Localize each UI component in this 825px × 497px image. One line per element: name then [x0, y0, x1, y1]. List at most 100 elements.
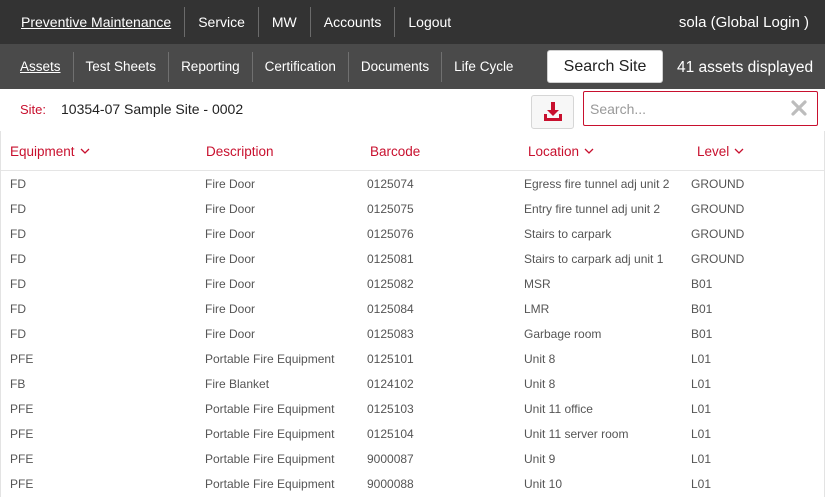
search-site-button[interactable]: Search Site — [547, 50, 663, 83]
cell-location: Unit 11 office — [524, 402, 593, 416]
table-body: FD Fire Door 0125074 Egress fire tunnel … — [1, 171, 824, 496]
cell-equipment: FD — [10, 327, 26, 341]
cell-location: Unit 10 — [524, 477, 563, 491]
cell-level: B01 — [691, 327, 713, 341]
header-equipment-label: Equipment — [10, 144, 75, 159]
cell-barcode: 9000087 — [367, 452, 414, 466]
user-name: sola (Global Login ) — [678, 14, 809, 31]
header-equipment[interactable]: Equipment — [10, 144, 90, 159]
cell-equipment: PFE — [10, 477, 34, 491]
cell-location: Unit 8 — [524, 377, 556, 391]
cell-location: MSR — [524, 277, 551, 291]
cell-description: Fire Door — [205, 327, 256, 341]
table-row[interactable]: FD Fire Door 0125081 Stairs to carpark a… — [1, 246, 824, 271]
cell-barcode: 9000088 — [367, 477, 414, 491]
cell-level: B01 — [691, 277, 713, 291]
header-location[interactable]: Location — [528, 144, 594, 159]
site-name: 10354-07 Sample Site - 0002 — [61, 101, 244, 117]
search-box — [583, 91, 818, 126]
download-button[interactable] — [531, 95, 574, 129]
download-icon — [543, 102, 562, 121]
table-row[interactable]: PFE Portable Fire Equipment 9000087 Unit… — [1, 446, 824, 471]
site-bar: Site: 10354-07 Sample Site - 0002 — [0, 89, 825, 131]
cell-location: LMR — [524, 302, 550, 316]
cell-description: Fire Door — [205, 252, 256, 266]
cell-description: Fire Door — [205, 177, 256, 191]
close-icon[interactable] — [790, 99, 808, 117]
cell-description: Fire Door — [205, 302, 256, 316]
top-navigation-bar: Preventive Maintenance Service MW Accoun… — [0, 0, 825, 44]
cell-equipment: FD — [10, 227, 26, 241]
header-level[interactable]: Level — [697, 144, 744, 159]
nav-mw[interactable]: MW — [259, 7, 311, 37]
cell-description: Fire Door — [205, 277, 256, 291]
table-row[interactable]: FD Fire Door 0125075 Entry fire tunnel a… — [1, 196, 824, 221]
nav-logout[interactable]: Logout — [395, 7, 464, 37]
cell-equipment: FB — [10, 377, 26, 391]
table-row[interactable]: FD Fire Door 0125084 LMR B01 — [1, 296, 824, 321]
assets-count: 41 assets displayed — [677, 59, 814, 76]
tab-assets[interactable]: Assets — [8, 51, 74, 82]
cell-level: GROUND — [691, 252, 745, 266]
chevron-down-icon — [734, 148, 744, 154]
search-input[interactable] — [590, 92, 790, 125]
cell-barcode: 0125103 — [367, 402, 414, 416]
cell-barcode: 0125084 — [367, 302, 414, 316]
cell-description: Portable Fire Equipment — [205, 452, 335, 466]
cell-location: Garbage room — [524, 327, 602, 341]
cell-level: L01 — [691, 402, 712, 416]
cell-description: Portable Fire Equipment — [205, 477, 335, 491]
cell-equipment: PFE — [10, 352, 34, 366]
cell-location: Egress fire tunnel adj unit 2 — [524, 177, 670, 191]
nav-accounts[interactable]: Accounts — [311, 7, 396, 37]
main-nav: Preventive Maintenance Service MW Accoun… — [8, 0, 464, 44]
cell-description: Portable Fire Equipment — [205, 427, 335, 441]
site-label: Site: — [20, 102, 47, 117]
table-row[interactable]: PFE Portable Fire Equipment 0125101 Unit… — [1, 346, 824, 371]
table-row[interactable]: FD Fire Door 0125083 Garbage room B01 — [1, 321, 824, 346]
nav-service[interactable]: Service — [185, 7, 259, 37]
header-description[interactable]: Description — [206, 144, 274, 159]
header-description-label: Description — [206, 144, 274, 159]
cell-barcode: 0125101 — [367, 352, 414, 366]
cell-level: L01 — [691, 352, 712, 366]
nav-preventive-maintenance[interactable]: Preventive Maintenance — [8, 7, 186, 37]
cell-location: Stairs to carpark adj unit 1 — [524, 252, 664, 266]
section-nav: Assets Test Sheets Reporting Certificati… — [8, 44, 525, 89]
table-row[interactable]: FD Fire Door 0125076 Stairs to carpark G… — [1, 221, 824, 246]
cell-barcode: 0125104 — [367, 427, 414, 441]
table-row[interactable]: PFE Portable Fire Equipment 0125104 Unit… — [1, 421, 824, 446]
table-row[interactable]: FD Fire Door 0125082 MSR B01 — [1, 271, 824, 296]
cell-level: L01 — [691, 427, 712, 441]
tab-life-cycle[interactable]: Life Cycle — [442, 52, 525, 82]
tab-documents[interactable]: Documents — [349, 51, 443, 82]
cell-barcode: 0125074 — [367, 177, 414, 191]
cell-description: Fire Door — [205, 227, 256, 241]
cell-barcode: 0124102 — [367, 377, 414, 391]
table-row[interactable]: FD Fire Door 0125074 Egress fire tunnel … — [1, 171, 824, 196]
cell-equipment: FD — [10, 202, 26, 216]
cell-level: B01 — [691, 302, 713, 316]
cell-level: L01 — [691, 452, 712, 466]
assets-table: Equipment Description Barcode Location L… — [0, 131, 825, 497]
cell-equipment: FD — [10, 177, 26, 191]
cell-level: L01 — [691, 477, 712, 491]
cell-description: Fire Blanket — [205, 377, 270, 391]
header-barcode[interactable]: Barcode — [370, 144, 420, 159]
table-row[interactable]: PFE Portable Fire Equipment 9000088 Unit… — [1, 471, 824, 496]
cell-location: Entry fire tunnel adj unit 2 — [524, 202, 661, 216]
cell-level: GROUND — [691, 227, 745, 241]
cell-equipment: PFE — [10, 452, 34, 466]
tab-test-sheets[interactable]: Test Sheets — [74, 51, 170, 82]
cell-equipment: PFE — [10, 427, 34, 441]
table-row[interactable]: FB Fire Blanket 0124102 Unit 8 L01 — [1, 371, 824, 396]
tab-reporting[interactable]: Reporting — [169, 51, 253, 82]
chevron-down-icon — [584, 148, 594, 154]
cell-equipment: FD — [10, 252, 26, 266]
cell-equipment: FD — [10, 302, 26, 316]
tab-certification[interactable]: Certification — [253, 51, 349, 82]
cell-barcode: 0125081 — [367, 252, 414, 266]
cell-barcode: 0125075 — [367, 202, 414, 216]
table-row[interactable]: PFE Portable Fire Equipment 0125103 Unit… — [1, 396, 824, 421]
cell-description: Portable Fire Equipment — [205, 352, 335, 366]
